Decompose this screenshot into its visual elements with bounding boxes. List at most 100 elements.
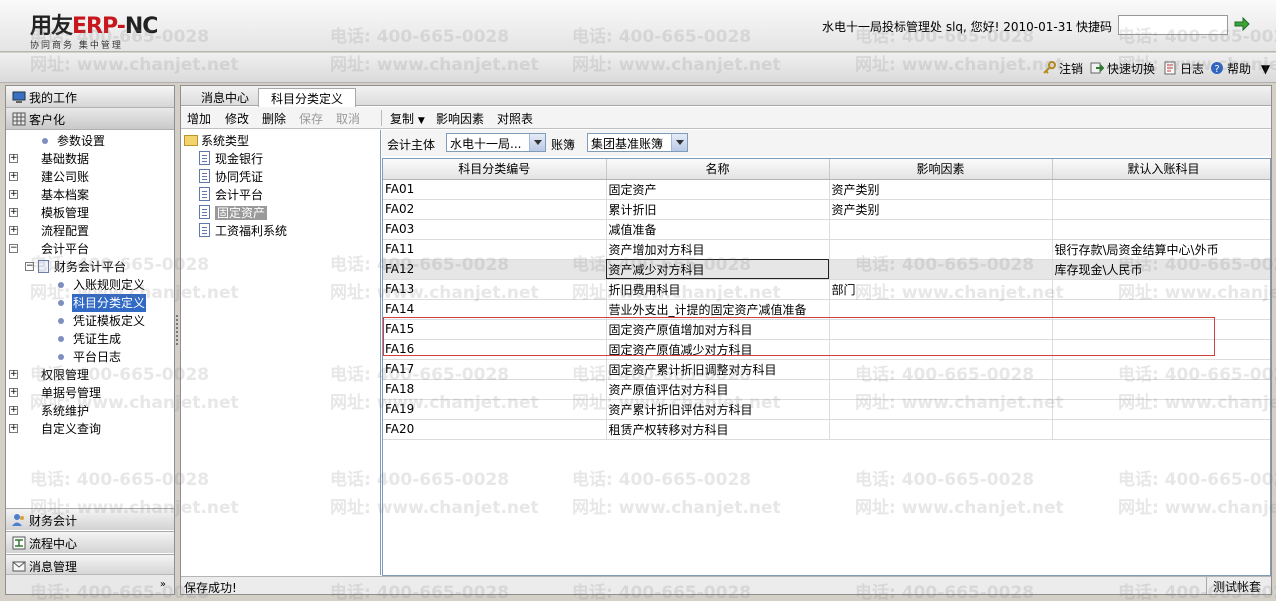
expand-icon[interactable]: + — [9, 406, 18, 415]
column-header[interactable]: 影响因素 — [829, 159, 1053, 180]
table-cell[interactable]: 资产减少对方科目 — [606, 259, 830, 280]
edit-button[interactable]: 修改 — [225, 110, 249, 127]
table-cell[interactable]: FA17 — [383, 359, 607, 380]
nav-finance[interactable]: 财务会计 — [6, 508, 174, 530]
table-cell[interactable] — [829, 299, 1053, 320]
table-cell[interactable] — [1052, 179, 1270, 200]
nav-tree-item[interactable]: + 流程配置 — [6, 222, 174, 240]
nav-tree-item[interactable]: − 财务会计平台 — [6, 258, 174, 276]
table-cell[interactable] — [829, 219, 1053, 240]
table-row[interactable]: FA20 租赁产权转移对方科目 — [383, 419, 1270, 440]
expand-icon[interactable]: + — [9, 208, 18, 217]
column-header[interactable]: 科目分类编号 — [383, 159, 607, 180]
table-cell[interactable] — [829, 339, 1053, 360]
table-cell[interactable] — [1052, 279, 1270, 300]
tab-message-center[interactable]: 消息中心 — [189, 88, 263, 106]
table-row[interactable]: FA01 固定资产 资产类别 — [383, 179, 1270, 200]
nav-my-work[interactable]: 我的工作 — [6, 86, 174, 108]
table-row[interactable]: FA12 资产减少对方科目 库存现金\人民币 — [383, 259, 1270, 280]
table-row[interactable]: FA17 固定资产累计折旧调整对方科目 — [383, 359, 1270, 380]
table-cell[interactable]: 累计折旧 — [606, 199, 830, 220]
nav-message[interactable]: 消息管理 — [6, 554, 174, 576]
table-cell[interactable]: 资产增加对方科目 — [606, 239, 830, 260]
entity-select[interactable]: 水电十一局... — [446, 133, 546, 152]
table-cell[interactable] — [829, 399, 1053, 420]
table-row[interactable]: FA19 资产累计折旧评估对方科目 — [383, 399, 1270, 420]
systree-item[interactable]: 会计平台 — [199, 186, 263, 204]
nav-tree-item[interactable]: + 系统维护 — [6, 402, 174, 420]
nav-tree-item[interactable]: + 模板管理 — [6, 204, 174, 222]
collapse-nav-button[interactable]: » — [6, 574, 174, 594]
table-cell[interactable]: FA12 — [383, 259, 607, 280]
delete-button[interactable]: 删除 — [262, 110, 286, 127]
log-button[interactable]: 日志 — [1163, 60, 1204, 77]
table-cell[interactable]: 营业外支出_计提的固定资产减值准备 — [606, 299, 830, 320]
nav-tree-item[interactable]: + 建公司账 — [6, 168, 174, 186]
table-row[interactable]: FA18 资产原值评估对方科目 — [383, 379, 1270, 400]
systree-item[interactable]: 协同凭证 — [199, 168, 263, 186]
table-cell[interactable]: 固定资产 — [606, 179, 830, 200]
table-cell[interactable] — [829, 379, 1053, 400]
table-cell[interactable] — [829, 359, 1053, 380]
expand-icon[interactable]: + — [9, 388, 18, 397]
nav-tree-item[interactable]: 入账规则定义 — [6, 276, 174, 294]
table-cell[interactable]: 资产类别 — [829, 199, 1053, 220]
table-cell[interactable]: 资产原值评估对方科目 — [606, 379, 830, 400]
table-cell[interactable]: FA11 — [383, 239, 607, 260]
table-cell[interactable] — [829, 319, 1053, 340]
nav-tree-item[interactable]: − 会计平台 — [6, 240, 174, 258]
expand-icon[interactable]: + — [9, 190, 18, 199]
nav-tree-item[interactable]: + 基本档案 — [6, 186, 174, 204]
table-cell[interactable]: FA02 — [383, 199, 607, 220]
table-cell[interactable]: 减值准备 — [606, 219, 830, 240]
table-cell[interactable]: FA01 — [383, 179, 607, 200]
table-cell[interactable] — [1052, 379, 1270, 400]
table-cell[interactable]: FA20 — [383, 419, 607, 440]
table-cell[interactable]: 折旧费用科目 — [606, 279, 830, 300]
systree-item-selected[interactable]: 固定资产 — [199, 204, 268, 222]
table-row[interactable]: FA14 营业外支出_计提的固定资产减值准备 — [383, 299, 1270, 320]
expand-icon[interactable]: + — [9, 154, 18, 163]
table-cell[interactable]: 库存现金\人民币 — [1052, 259, 1270, 280]
table-cell[interactable]: FA19 — [383, 399, 607, 420]
expand-icon[interactable]: + — [9, 424, 18, 433]
table-cell[interactable] — [1052, 399, 1270, 420]
nav-tree-item[interactable]: 科目分类定义 — [6, 294, 174, 312]
copy-button[interactable]: 复制 ▼ — [390, 110, 425, 127]
quickcode-input[interactable] — [1118, 15, 1228, 35]
systree-item[interactable]: 工资福利系统 — [199, 222, 287, 240]
column-header[interactable]: 默认入账科目 — [1052, 159, 1270, 180]
quick-switch-button[interactable]: 快速切换 — [1090, 60, 1155, 77]
table-row[interactable]: FA13 折旧费用科目 部门 — [383, 279, 1270, 300]
save-button[interactable]: 保存 — [299, 110, 323, 127]
go-arrow-icon[interactable] — [1234, 16, 1250, 32]
systree-item[interactable]: 现金银行 — [199, 150, 263, 168]
table-cell[interactable]: 资产类别 — [829, 179, 1053, 200]
table-cell[interactable]: 资产累计折旧评估对方科目 — [606, 399, 830, 420]
expand-icon[interactable]: + — [9, 370, 18, 379]
table-cell[interactable] — [1052, 219, 1270, 240]
table-cell[interactable]: FA18 — [383, 379, 607, 400]
table-cell[interactable] — [1052, 339, 1270, 360]
nav-tree-item[interactable]: 凭证生成 — [6, 330, 174, 348]
table-row[interactable]: FA16 固定资产原值减少对方科目 — [383, 339, 1270, 360]
table-row[interactable]: FA02 累计折旧 资产类别 — [383, 199, 1270, 220]
nav-tree-item[interactable]: + 单据号管理 — [6, 384, 174, 402]
table-cell[interactable] — [1052, 419, 1270, 440]
table-cell[interactable] — [1052, 359, 1270, 380]
nav-flow[interactable]: 流程中心 — [6, 531, 174, 553]
nav-tree-item[interactable]: 凭证模板定义 — [6, 312, 174, 330]
help-dropdown-icon[interactable]: ▼ — [1261, 62, 1270, 76]
table-cell[interactable]: 固定资产累计折旧调整对方科目 — [606, 359, 830, 380]
table-cell[interactable] — [1052, 299, 1270, 320]
table-row[interactable]: FA15 固定资产原值增加对方科目 — [383, 319, 1270, 340]
nav-tree-item[interactable]: 参数设置 — [6, 132, 174, 150]
table-cell[interactable]: FA15 — [383, 319, 607, 340]
table-cell[interactable] — [1052, 199, 1270, 220]
factors-button[interactable]: 影响因素 — [436, 110, 484, 127]
nav-tree-item[interactable]: + 权限管理 — [6, 366, 174, 384]
dropdown-arrow-icon[interactable] — [529, 134, 545, 151]
logout-button[interactable]: 注销 — [1042, 60, 1083, 77]
table-cell[interactable]: 部门 — [829, 279, 1053, 300]
table-cell[interactable]: 固定资产原值减少对方科目 — [606, 339, 830, 360]
